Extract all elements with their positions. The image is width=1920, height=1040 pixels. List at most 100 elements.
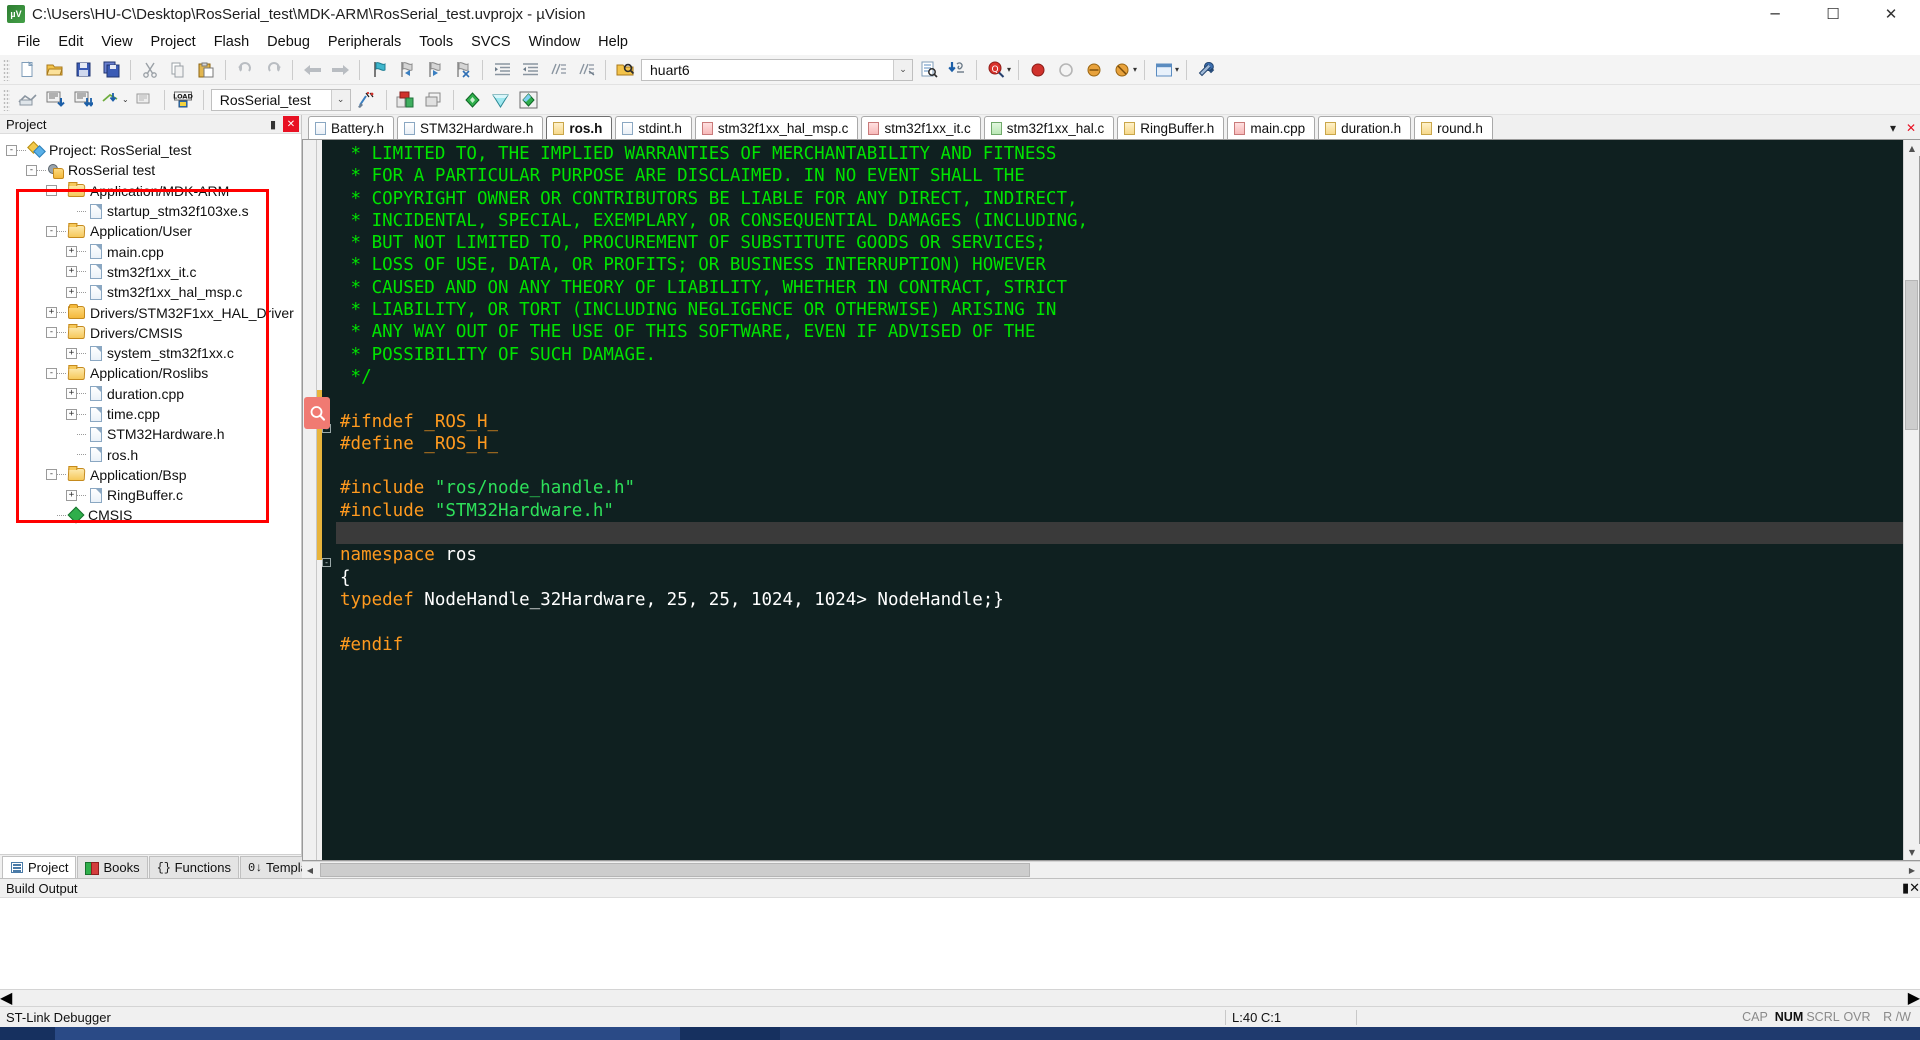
code-line[interactable]: [336, 388, 1903, 410]
rebuild-icon[interactable]: [70, 88, 96, 112]
editor-tab-stm32f1xx-hal-msp-c[interactable]: stm32f1xx_hal_msp.c: [694, 116, 859, 139]
code-line[interactable]: typedef NodeHandle_32Hardware, 25, 25, 1…: [336, 589, 1903, 611]
editor-tab-ros-h[interactable]: ros.h: [546, 116, 613, 139]
manage-run-time-env-icon[interactable]: [393, 88, 419, 112]
pin-icon[interactable]: ▮: [265, 116, 281, 132]
minimize-button[interactable]: ─: [1746, 0, 1804, 29]
collapse-toggle-icon[interactable]: -: [46, 185, 57, 197]
batch-build-icon[interactable]: [98, 88, 124, 112]
tree-item-system-stm32f1xx-c[interactable]: + system_stm32f1xx.c: [0, 343, 301, 363]
target-combo[interactable]: RosSerial_test ⌄: [210, 88, 351, 111]
code-line[interactable]: namespace ros: [336, 544, 1903, 566]
scroll-down-arrow[interactable]: ▼: [1904, 844, 1920, 860]
editor-tab-duration-h[interactable]: duration.h: [1318, 116, 1412, 139]
code-area[interactable]: * LIMITED TO, THE IMPLIED WARRANTIES OF …: [336, 140, 1903, 860]
expand-toggle-icon[interactable]: +: [66, 347, 77, 359]
incremental-find-icon[interactable]: [944, 58, 970, 82]
expand-toggle-icon[interactable]: +: [66, 489, 77, 501]
menu-view[interactable]: View: [92, 32, 141, 52]
code-line[interactable]: #include "ros/node_handle.h": [336, 477, 1903, 499]
browse-symbol-icon[interactable]: Q: [983, 58, 1009, 82]
code-line[interactable]: * CAUSED AND ON ANY THEORY OF LIABILITY,…: [336, 277, 1903, 299]
uncomment-lines-icon[interactable]: [573, 58, 599, 82]
tree-item-ros-h[interactable]: ros.h: [0, 444, 301, 464]
editor-tab-battery-h[interactable]: Battery.h: [308, 116, 395, 139]
tree-item-drivers-cmsis[interactable]: - Drivers/CMSIS: [0, 323, 301, 343]
code-line[interactable]: [336, 611, 1903, 633]
tree-item-stm32hardware-h[interactable]: STM32Hardware.h: [0, 424, 301, 444]
indent-increase-icon[interactable]: [489, 58, 515, 82]
fold-box-namespace[interactable]: -: [322, 558, 331, 567]
code-line[interactable]: [336, 522, 1903, 545]
code-line[interactable]: * BUT NOT LIMITED TO, PROCUREMENT OF SUB…: [336, 232, 1903, 254]
expand-toggle-icon[interactable]: +: [66, 388, 77, 400]
build-output-text[interactable]: [0, 898, 1920, 989]
bookmark-gutter[interactable]: [303, 140, 330, 860]
tree-item-stm32f1xx-it-c[interactable]: + stm32f1xx_it.c: [0, 262, 301, 282]
expand-toggle-icon[interactable]: +: [66, 246, 77, 258]
code-line[interactable]: #ifndef _ROS_H_: [336, 411, 1903, 433]
copy-icon[interactable]: [165, 58, 191, 82]
editor-tab-stm32hardware-h[interactable]: STM32Hardware.h: [397, 116, 544, 139]
code-line[interactable]: {: [336, 567, 1903, 589]
insert-breakpoint-icon[interactable]: [1025, 58, 1051, 82]
kill-breakpoints-icon[interactable]: [1053, 58, 1079, 82]
manage-windows-icon[interactable]: [1151, 58, 1177, 82]
build-output-hscrollbar[interactable]: ◀ ▶: [0, 988, 1920, 1008]
bookmark-next-icon[interactable]: [422, 58, 448, 82]
target-dropdown-arrow[interactable]: ⌄: [330, 89, 350, 110]
navigate-back-icon[interactable]: [299, 58, 325, 82]
tab-close-icon[interactable]: ✕: [1902, 117, 1920, 139]
tree-item-stm32f1xx-hal-msp-c[interactable]: + stm32f1xx_hal_msp.c: [0, 282, 301, 302]
translate-file-icon[interactable]: [14, 88, 40, 112]
code-line[interactable]: * COPYRIGHT OWNER OR CONTRIBUTORS BE LIA…: [336, 188, 1903, 210]
editor-horizontal-scrollbar[interactable]: ◀ ▶: [302, 861, 1920, 878]
menu-peripherals[interactable]: Peripherals: [319, 32, 410, 52]
search-marker-icon[interactable]: [304, 397, 330, 429]
vertical-scroll-thumb[interactable]: [1905, 280, 1918, 430]
code-line[interactable]: [336, 455, 1903, 477]
project-pane-close-icon[interactable]: ✕: [283, 116, 299, 132]
code-line[interactable]: * LIMITED TO, THE IMPLIED WARRANTIES OF …: [336, 143, 1903, 165]
save-icon[interactable]: [70, 58, 96, 82]
stop-build-icon[interactable]: [132, 88, 158, 112]
open-file-icon[interactable]: [42, 58, 68, 82]
expand-toggle-icon[interactable]: +: [66, 286, 77, 298]
pack-installer-icon[interactable]: [460, 88, 486, 112]
tree-item-application-roslibs[interactable]: - Application/Roslibs: [0, 363, 301, 383]
cut-icon[interactable]: [137, 58, 163, 82]
build-target-icon[interactable]: [42, 88, 68, 112]
build-scroll-left-arrow[interactable]: ◀: [0, 988, 12, 1008]
editor-vertical-scrollbar[interactable]: ▲ ▼: [1903, 140, 1920, 860]
select-software-packs-icon[interactable]: [421, 88, 447, 112]
menu-file[interactable]: File: [8, 32, 49, 52]
menu-window[interactable]: Window: [520, 32, 590, 52]
tab-books[interactable]: Books: [77, 856, 148, 878]
collapse-toggle-icon[interactable]: -: [46, 225, 57, 237]
undo-icon[interactable]: [232, 58, 258, 82]
code-line[interactable]: * POSSIBILITY OF SUCH DAMAGE.: [336, 344, 1903, 366]
build-scroll-right-arrow[interactable]: ▶: [1908, 988, 1920, 1008]
download-icon[interactable]: LOAD: [171, 88, 197, 112]
tree-item-project-rosserial-test[interactable]: - Project: RosSerial_test: [0, 140, 301, 160]
build-close-icon[interactable]: ✕: [1909, 880, 1920, 896]
code-line[interactable]: * ANY WAY OUT OF THE USE OF THIS SOFTWAR…: [336, 321, 1903, 343]
scroll-right-arrow[interactable]: ▶: [1904, 862, 1920, 878]
tree-item-main-cpp[interactable]: + main.cpp: [0, 241, 301, 261]
code-line[interactable]: * INCIDENTAL, SPECIAL, EXEMPLARY, OR CON…: [336, 210, 1903, 232]
build-toolbar-grip[interactable]: [3, 88, 10, 111]
code-line[interactable]: #endif: [336, 634, 1903, 656]
bookmark-toggle-icon[interactable]: [366, 58, 392, 82]
find-combo[interactable]: huart6 ⌄: [641, 58, 913, 81]
tab-list-menu-icon[interactable]: ▾: [1884, 117, 1902, 139]
folding-gutter[interactable]: - -: [322, 140, 336, 860]
configure-icon[interactable]: [1193, 58, 1219, 82]
maximize-button[interactable]: ☐: [1804, 0, 1862, 29]
tree-item-time-cpp[interactable]: + time.cpp: [0, 404, 301, 424]
editor-tab-stm32f1xx-it-c[interactable]: stm32f1xx_it.c: [861, 116, 981, 139]
editor-tab-main-cpp[interactable]: main.cpp: [1227, 116, 1316, 139]
editor-tab-stdint-h[interactable]: stdint.h: [615, 116, 692, 139]
target-value[interactable]: RosSerial_test: [212, 92, 319, 108]
find-in-files-dialog-icon[interactable]: [916, 58, 942, 82]
disable-all-breakpoints-icon[interactable]: [1109, 58, 1135, 82]
